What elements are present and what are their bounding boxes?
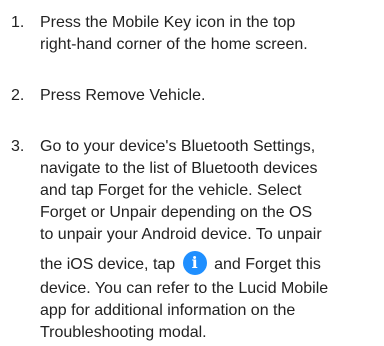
step-line: to unpair your Android device. To unpair: [40, 226, 322, 243]
step-line: Troubleshooting modal.: [40, 324, 207, 341]
step-number: 1.: [11, 14, 25, 31]
step-line: and tap Forget for the vehicle. Select: [40, 182, 302, 199]
step-number: 2.: [11, 87, 25, 104]
step-line: app for additional information on the: [40, 302, 296, 319]
step-line: right-hand corner of the home screen.: [40, 36, 308, 53]
step-line: Press Remove Vehicle.: [40, 87, 206, 104]
step-line-segment: and Forget this: [214, 256, 321, 273]
step-line: Press the Mobile Key icon in the top: [40, 14, 296, 31]
step-text: Go to your device's Bluetooth Settings, …: [40, 136, 380, 344]
step-number: 3.: [11, 138, 25, 155]
step-line: device. You can refer to the Lucid Mobil…: [40, 280, 329, 297]
step-line-segment: the iOS device, tap: [40, 256, 176, 273]
step-line-with-icon: the iOS device, tap i and Forget this: [40, 250, 380, 278]
step-text: Press Remove Vehicle.: [40, 85, 380, 107]
step-line: navigate to the list of Bluetooth device…: [40, 160, 318, 177]
step-text: Press the Mobile Key icon in the top rig…: [40, 12, 380, 56]
step-line: Forget or Unpair depending on the OS: [40, 204, 313, 221]
step-line: Go to your device's Bluetooth Settings,: [40, 138, 316, 155]
info-icon: i: [182, 250, 207, 275]
